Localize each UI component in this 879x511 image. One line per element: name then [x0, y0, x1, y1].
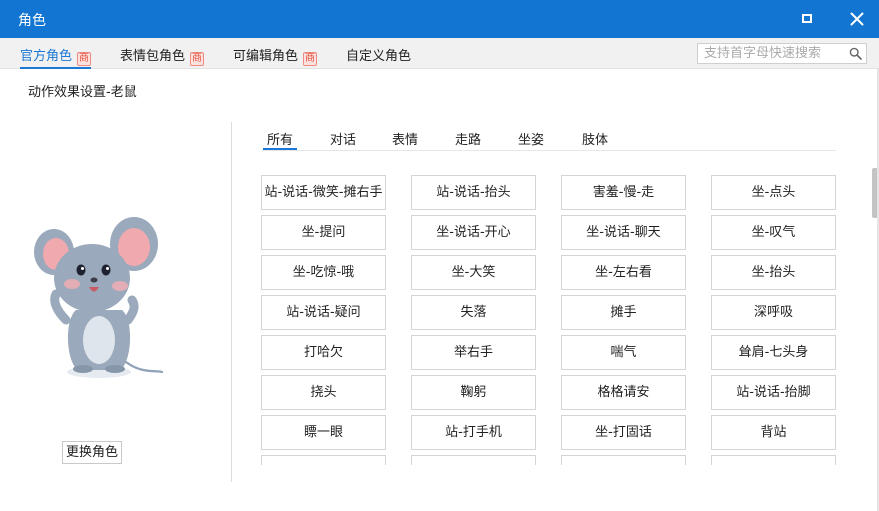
action-button[interactable]: 耸肩-七头身: [711, 335, 836, 370]
commercial-badge: 商: [190, 52, 205, 66]
tab-label: 坐姿: [518, 133, 545, 148]
action-filter-tabs: 所有 对话 表情 走路 坐姿 肢体: [262, 127, 836, 151]
tab-emoji-roles[interactable]: 表情包角色商: [120, 45, 205, 66]
action-button[interactable]: 挠头: [261, 375, 386, 410]
action-button[interactable]: [561, 455, 686, 465]
tab-walking[interactable]: 走路: [455, 129, 481, 148]
action-button[interactable]: 站-说话-微笑-摊右手: [261, 175, 386, 210]
tab-label: 对话: [330, 133, 357, 148]
tab-label: 官方角色: [20, 49, 73, 64]
close-button[interactable]: [847, 9, 867, 29]
section-label: 动作效果设置-老鼠: [28, 85, 137, 100]
tab-label: 所有: [267, 133, 294, 148]
action-button[interactable]: 站-说话-抬头: [411, 175, 536, 210]
tab-custom-roles[interactable]: 自定义角色: [346, 45, 411, 64]
maximize-icon: [802, 14, 812, 23]
tab-body[interactable]: 肢体: [582, 129, 608, 148]
action-button[interactable]: 坐-提问: [261, 215, 386, 250]
tab-label: 肢体: [582, 133, 609, 148]
action-button[interactable]: 坐-抬头: [711, 255, 836, 290]
tab-official-roles[interactable]: 官方角色商: [20, 45, 92, 69]
search-box: [697, 43, 867, 64]
panel-divider: [231, 122, 232, 482]
active-tab-indicator: [263, 148, 298, 150]
tab-expression[interactable]: 表情: [392, 129, 418, 148]
maximize-button[interactable]: [797, 9, 817, 29]
tab-all[interactable]: 所有: [263, 129, 298, 150]
tab-sitting[interactable]: 坐姿: [518, 129, 544, 148]
commercial-badge: 商: [303, 52, 318, 66]
tab-label: 表情: [392, 133, 419, 148]
action-button[interactable]: 背站: [711, 415, 836, 450]
action-button[interactable]: 坐-左右看: [561, 255, 686, 290]
action-button[interactable]: 坐-说话-聊天: [561, 215, 686, 250]
search-input[interactable]: [704, 45, 846, 62]
action-button[interactable]: 打哈欠: [261, 335, 386, 370]
action-button[interactable]: 喘气: [561, 335, 686, 370]
window-title: 角色: [18, 13, 46, 29]
action-button[interactable]: 摊手: [561, 295, 686, 330]
action-button[interactable]: [261, 455, 386, 465]
action-grid-viewport: 站-说话-微笑-摊右手 站-说话-抬头 害羞-慢-走 坐-点头 坐-提问 坐-说话-开心坐…: [256, 170, 846, 465]
mouse-character-image: [34, 217, 164, 378]
action-button[interactable]: 失落: [411, 295, 536, 330]
commercial-badge: 商: [77, 52, 92, 66]
action-button[interactable]: 格格请安: [561, 375, 686, 410]
action-button[interactable]: 举右手: [411, 335, 536, 370]
action-button[interactable]: 站-打手机: [411, 415, 536, 450]
tab-label: 可编辑角色: [233, 49, 299, 64]
tab-editable-roles[interactable]: 可编辑角色商: [233, 45, 318, 66]
tab-dialogue[interactable]: 对话: [330, 129, 356, 148]
role-category-tabs: 官方角色商 表情包角色商 可编辑角色商 自定义角色: [0, 38, 879, 69]
tab-label: 走路: [455, 133, 482, 148]
action-button[interactable]: 坐-吃惊-哦: [261, 255, 386, 290]
action-button[interactable]: [711, 455, 836, 465]
action-button[interactable]: 站-说话-抬脚: [711, 375, 836, 410]
close-icon: [850, 12, 864, 26]
action-button[interactable]: 深呼吸: [711, 295, 836, 330]
action-button[interactable]: 坐-打固话: [561, 415, 686, 450]
action-button[interactable]: 站-说话-疑问: [261, 295, 386, 330]
action-button[interactable]: [411, 455, 536, 465]
active-tab-indicator: [20, 67, 92, 69]
search-icon[interactable]: [849, 47, 862, 60]
title-bar: 角色: [0, 0, 879, 38]
change-role-button[interactable]: 更换角色: [62, 441, 122, 464]
tab-label: 表情包角色: [120, 49, 186, 64]
action-button[interactable]: 坐-大笑: [411, 255, 536, 290]
tab-label: 自定义角色: [346, 49, 412, 64]
action-button[interactable]: 害羞-慢-走: [561, 175, 686, 210]
action-button[interactable]: 鞠躬: [411, 375, 536, 410]
action-button[interactable]: 瞟一眼: [261, 415, 386, 450]
action-button[interactable]: 坐-说话-开心: [411, 215, 536, 250]
action-button[interactable]: 坐-点头: [711, 175, 836, 210]
action-button[interactable]: 坐-叹气: [711, 215, 836, 250]
